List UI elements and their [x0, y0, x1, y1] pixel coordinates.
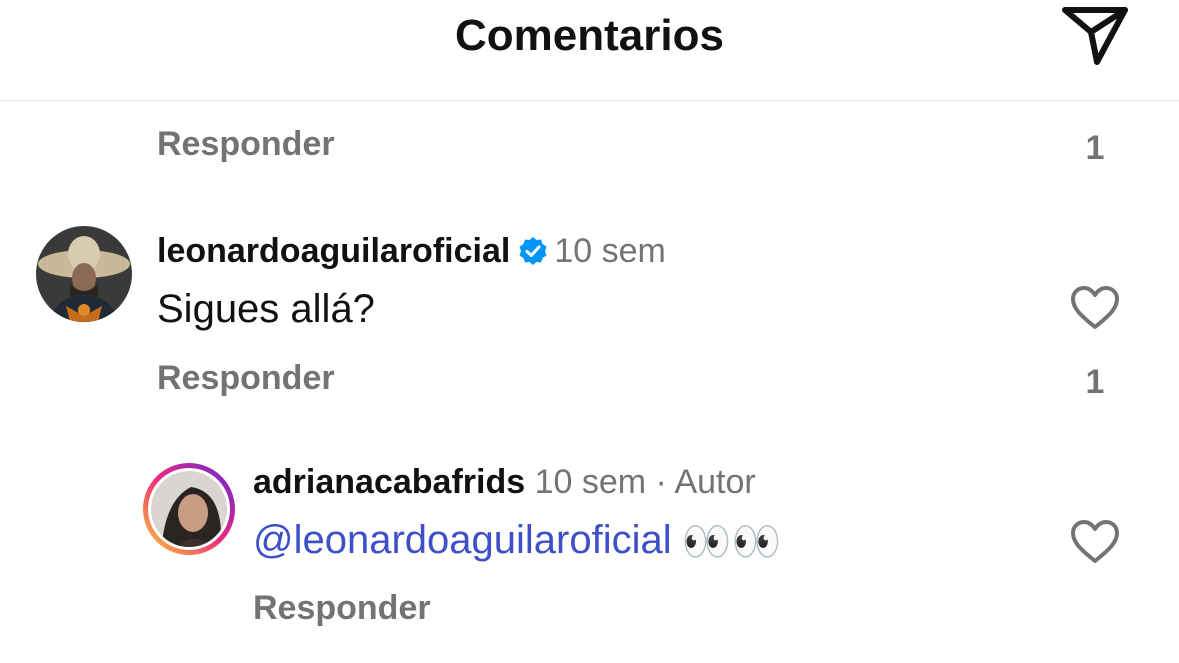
eyes-emoji: 👀👀	[681, 520, 782, 564]
reply-time: 10 sem	[534, 463, 647, 501]
send-icon[interactable]	[1061, 4, 1129, 66]
comments-header: Comentarios	[0, 0, 1179, 101]
reply-header: adrianacabafrids 10 sem · Autor	[253, 462, 756, 502]
comment-time: 10 sem	[554, 232, 666, 270]
verified-badge-icon	[518, 235, 548, 265]
username[interactable]: adrianacabafrids	[253, 463, 525, 501]
comment-text: Sigues allá?	[157, 287, 375, 331]
username[interactable]: leonardoaguilaroficial	[157, 232, 510, 270]
reply-text: @leonardoaguilaroficial 👀👀	[253, 517, 781, 565]
separator: ·	[655, 463, 667, 501]
story-avatar[interactable]	[141, 461, 237, 557]
heart-icon[interactable]	[1070, 519, 1120, 565]
reply-button[interactable]: Responder	[157, 358, 335, 398]
comments-sheet: Comentarios Responder 1 leonardoaguilaro…	[0, 0, 1179, 663]
author-badge: Autor	[674, 463, 756, 501]
comment-header: leonardoaguilaroficial 10 sem	[157, 231, 666, 271]
like-count[interactable]: 1	[1075, 128, 1115, 168]
reply-button[interactable]: Responder	[157, 124, 335, 164]
heart-icon[interactable]	[1070, 285, 1120, 331]
reply-button[interactable]: Responder	[253, 588, 431, 628]
mention-link[interactable]: @leonardoaguilaroficial	[253, 518, 672, 562]
avatar[interactable]	[36, 226, 132, 322]
like-count[interactable]: 1	[1075, 362, 1115, 402]
page-title: Comentarios	[455, 11, 724, 60]
